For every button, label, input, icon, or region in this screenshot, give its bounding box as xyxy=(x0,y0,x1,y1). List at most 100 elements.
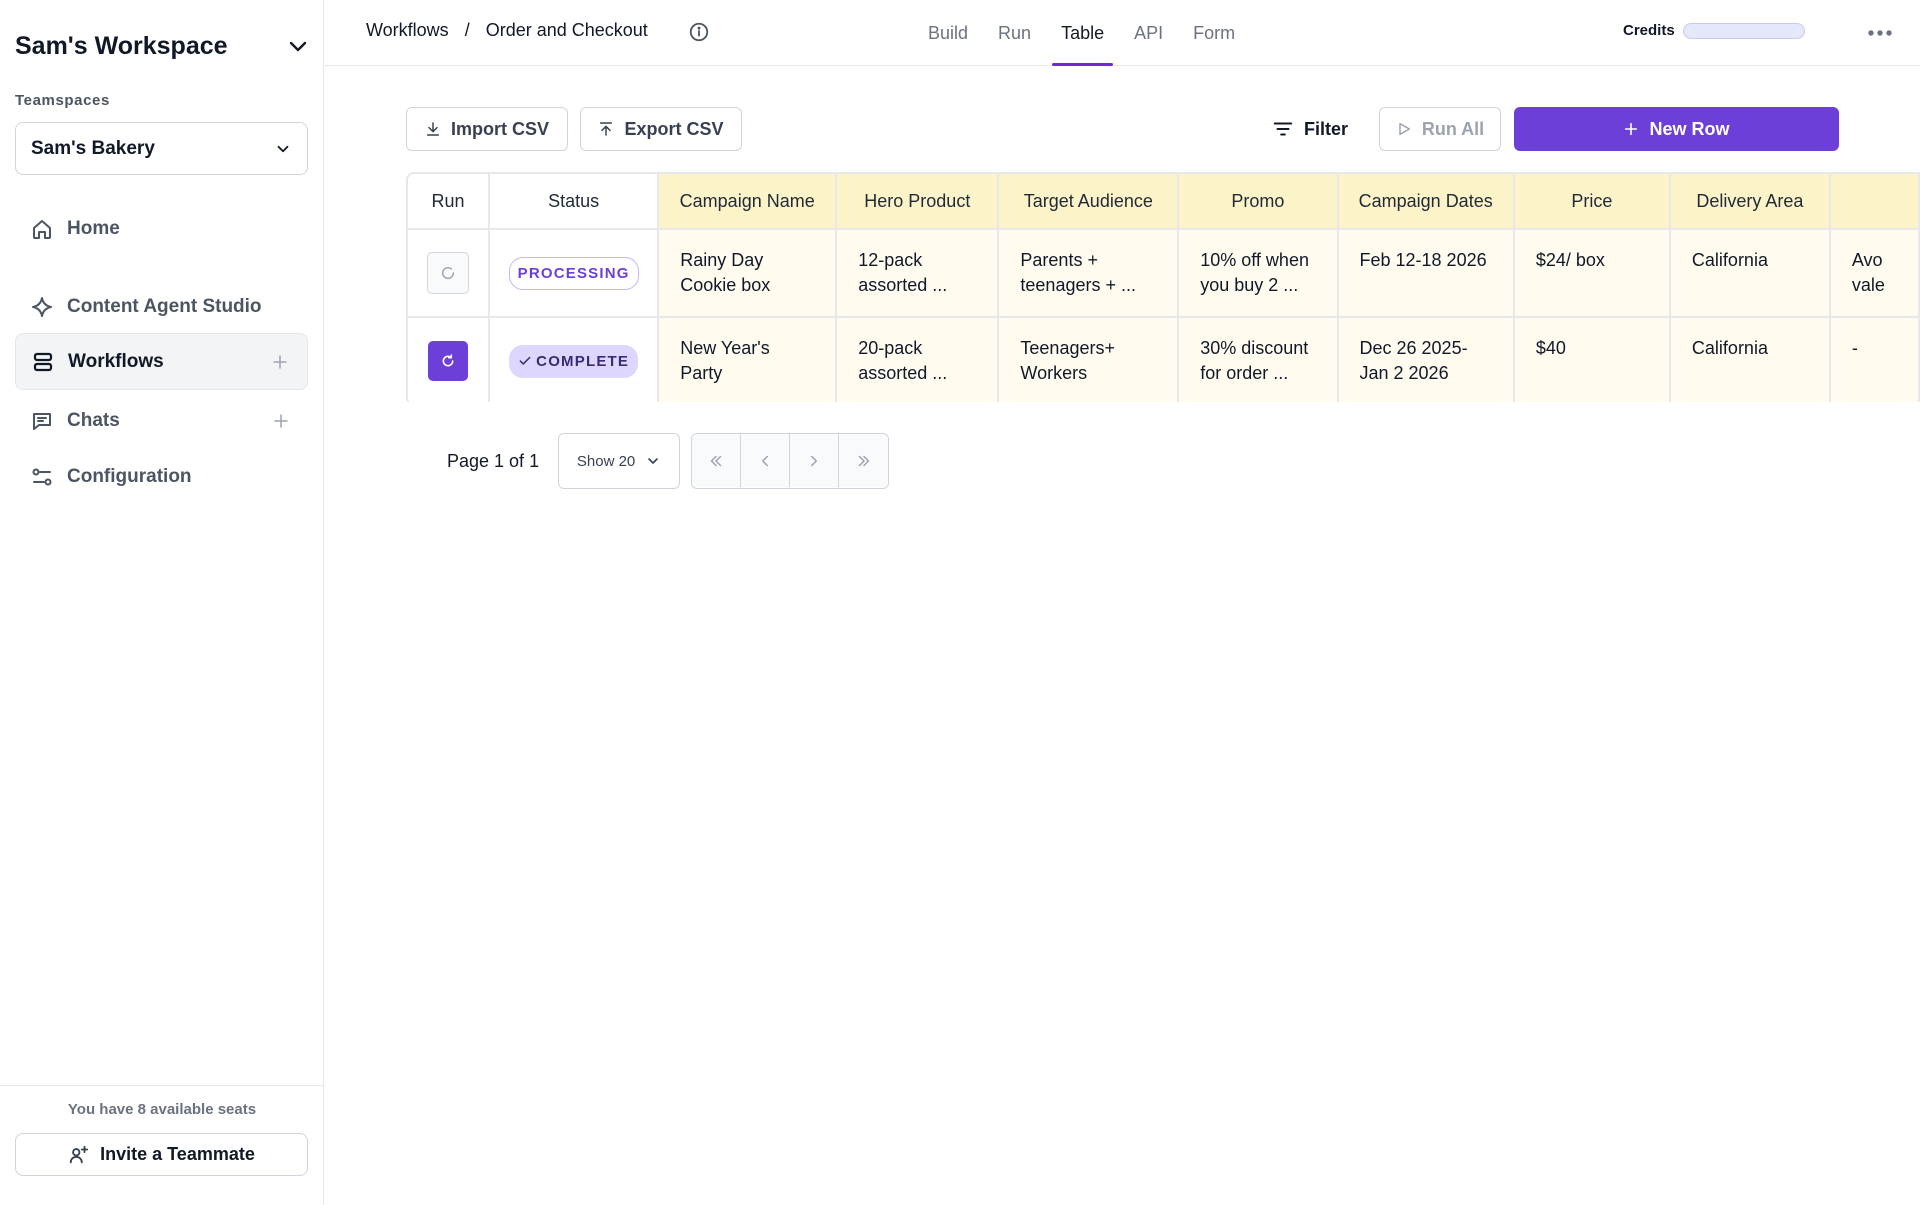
sparkle-icon xyxy=(29,294,55,320)
sidebar-item-chats[interactable]: Chats xyxy=(15,392,308,449)
breadcrumb-current: Order and Checkout xyxy=(485,20,648,40)
status-cell: PROCESSING xyxy=(490,230,660,318)
column-header-truncated[interactable] xyxy=(1830,172,1920,230)
sidebar-item-label: Chats xyxy=(67,409,120,431)
info-icon[interactable] xyxy=(688,21,710,43)
table-cell[interactable]: California xyxy=(1670,230,1831,318)
filter-label: Filter xyxy=(1303,118,1348,139)
table-cell[interactable]: New Year's Party xyxy=(659,318,838,402)
table-row[interactable]: COMPLETE New Year's Party 20-pack assort… xyxy=(406,318,1920,402)
chevron-down-icon xyxy=(289,41,307,52)
status-text: COMPLETE xyxy=(536,352,630,370)
column-header-hero-product[interactable]: Hero Product xyxy=(837,172,1000,230)
table-cell[interactable]: Teenagers+ Workers xyxy=(999,318,1180,402)
table-cell[interactable]: California xyxy=(1670,318,1831,402)
first-page-button[interactable] xyxy=(692,434,742,487)
tab-table[interactable]: Table xyxy=(1046,0,1119,66)
view-tabs: Build Run Table API Form xyxy=(913,0,1250,66)
data-table: Run Status Campaign Name Hero Product Ta… xyxy=(406,172,1920,402)
table-row[interactable]: PROCESSING Rainy Day Cookie box 12-pack … xyxy=(406,230,1920,318)
table-cell[interactable]: $40 xyxy=(1514,318,1671,402)
column-header-campaign-name[interactable]: Campaign Name xyxy=(659,172,838,230)
table-cell[interactable]: - xyxy=(1830,318,1920,402)
seats-text: You have 8 available seats xyxy=(67,1101,257,1118)
import-csv-label: Import CSV xyxy=(450,118,549,139)
status-cell: COMPLETE xyxy=(490,318,660,402)
credits-indicator[interactable]: Credits xyxy=(1623,22,1805,39)
table-cell[interactable]: 20-pack assorted ... xyxy=(837,318,1000,402)
user-plus-icon xyxy=(69,1145,89,1163)
table-cell[interactable]: Avo vale xyxy=(1830,230,1920,318)
next-page-button[interactable] xyxy=(790,434,840,487)
breadcrumb-workflows[interactable]: Workflows xyxy=(366,20,449,41)
table-cell[interactable]: 10% off when you buy 2 ... xyxy=(1179,230,1339,318)
data-table-container[interactable]: Run Status Campaign Name Hero Product Ta… xyxy=(406,172,1920,402)
column-header-run[interactable]: Run xyxy=(406,172,491,230)
page-size-select[interactable]: Show 20 xyxy=(558,433,681,489)
play-icon xyxy=(1399,122,1410,136)
column-header-price[interactable]: Price xyxy=(1514,172,1671,230)
chevron-down-icon xyxy=(648,458,659,464)
table-cell[interactable]: $24/ box xyxy=(1514,230,1671,318)
run-all-label: Run All xyxy=(1421,118,1485,139)
new-row-label: New Row xyxy=(1649,118,1730,139)
teamspace-value: Sam's Bakery xyxy=(31,137,155,159)
rerun-row-button[interactable] xyxy=(428,341,469,381)
table-cell[interactable]: Dec 26 2025- Jan 2 2026 xyxy=(1338,318,1515,402)
add-chat-icon[interactable] xyxy=(272,412,290,430)
table-cell[interactable]: Rainy Day Cookie box xyxy=(659,230,838,318)
invite-teammate-button[interactable]: Invite a Teammate xyxy=(15,1133,308,1176)
workspace-switcher[interactable]: Sam's Workspace xyxy=(15,28,310,64)
column-header-promo[interactable]: Promo xyxy=(1179,172,1339,230)
status-badge: PROCESSING xyxy=(508,256,639,290)
chat-icon xyxy=(29,408,55,434)
prev-page-button[interactable] xyxy=(741,434,791,487)
column-header-target-audience[interactable]: Target Audience xyxy=(999,172,1180,230)
table-cell[interactable]: Feb 12-18 2026 xyxy=(1338,230,1515,318)
new-row-button[interactable]: New Row xyxy=(1514,107,1839,151)
chevron-left-icon xyxy=(762,455,769,466)
sidebar-item-workflows[interactable]: Workflows xyxy=(15,333,308,390)
breadcrumb: Workflows / Order and Checkout xyxy=(366,20,648,41)
home-icon xyxy=(29,216,55,242)
check-icon xyxy=(519,356,531,365)
breadcrumb-separator: / xyxy=(464,20,470,40)
table-header-row: Run Status Campaign Name Hero Product Ta… xyxy=(406,172,1920,230)
column-header-campaign-dates[interactable]: Campaign Dates xyxy=(1338,172,1515,230)
tab-api[interactable]: API xyxy=(1119,0,1178,66)
page-size-label: Show 20 xyxy=(576,452,636,470)
sidebar-item-label: Content Agent Studio xyxy=(67,295,262,317)
sidebar-item-configuration[interactable]: Configuration xyxy=(15,448,308,505)
run-cell xyxy=(406,318,491,402)
sidebar-footer: You have 8 available seats Invite a Team… xyxy=(0,1085,324,1205)
chevrons-left-icon xyxy=(710,455,722,466)
upload-icon xyxy=(600,122,613,136)
sidebar-item-home[interactable]: Home xyxy=(15,200,308,257)
teamspaces-label: Teamspaces xyxy=(15,92,110,109)
loading-spinner-icon xyxy=(441,266,455,280)
sidebar-item-content-agent-studio[interactable]: Content Agent Studio xyxy=(15,278,308,335)
more-options-icon[interactable] xyxy=(1865,22,1895,44)
run-row-button[interactable] xyxy=(427,252,470,294)
filter-button[interactable]: Filter xyxy=(1262,107,1358,151)
last-page-button[interactable] xyxy=(839,434,889,487)
table-cell[interactable]: Parents + teenagers + ... xyxy=(999,230,1180,318)
import-csv-button[interactable]: Import CSV xyxy=(406,107,568,151)
tab-build[interactable]: Build xyxy=(913,0,983,66)
table-cell[interactable]: 30% discount for order ... xyxy=(1179,318,1339,402)
run-all-button[interactable]: Run All xyxy=(1379,107,1501,151)
export-csv-label: Export CSV xyxy=(624,118,724,139)
topbar: Workflows / Order and Checkout Build Run… xyxy=(325,0,1920,66)
status-badge: COMPLETE xyxy=(509,344,639,378)
page-nav-group xyxy=(691,433,890,489)
sidebar-item-label: Home xyxy=(67,217,120,239)
teamspace-select[interactable]: Sam's Bakery xyxy=(15,122,308,175)
column-header-delivery-area[interactable]: Delivery Area xyxy=(1670,172,1831,230)
refresh-icon xyxy=(442,354,454,367)
tab-run[interactable]: Run xyxy=(983,0,1046,66)
add-workflow-icon[interactable] xyxy=(271,353,289,371)
tab-form[interactable]: Form xyxy=(1178,0,1250,66)
column-header-status[interactable]: Status xyxy=(490,172,660,230)
table-cell[interactable]: 12-pack assorted ... xyxy=(837,230,1000,318)
export-csv-button[interactable]: Export CSV xyxy=(580,107,742,151)
